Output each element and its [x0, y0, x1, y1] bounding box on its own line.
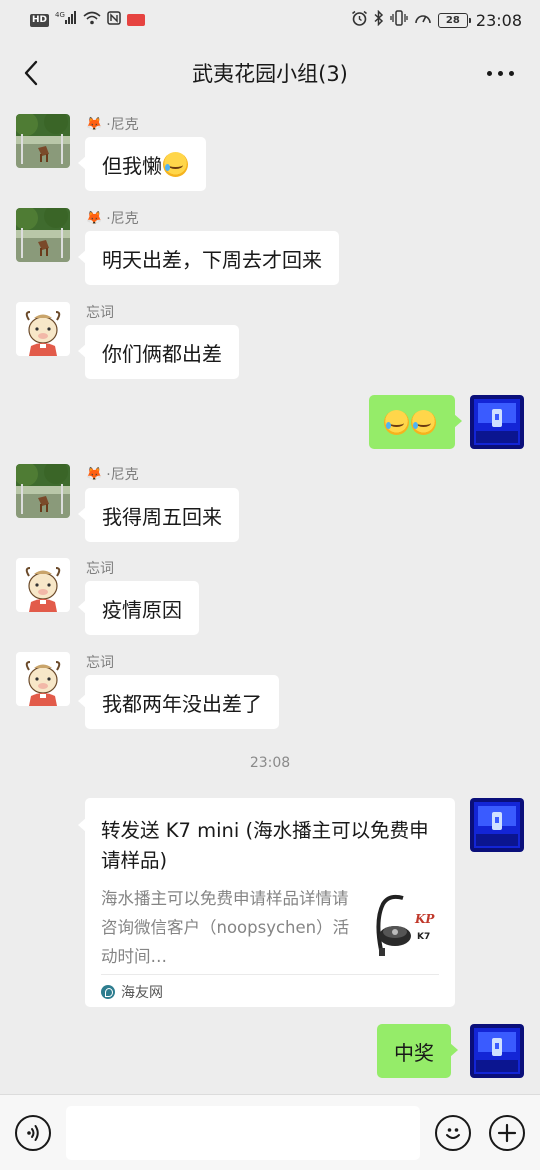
- avatar-nick[interactable]: [16, 114, 70, 168]
- bluetooth-icon: [374, 9, 384, 30]
- avatar-self[interactable]: [470, 395, 524, 449]
- card-body: 海水播主可以免费申请样品详情请咨询微信客户（noopsychen）活动时间… K…: [101, 888, 439, 970]
- laugh-cry-emoji-icon: [163, 151, 188, 177]
- fox-emoji-icon: 🦊: [86, 210, 103, 226]
- status-bar: HD 4G 28 23:08: [0, 0, 540, 40]
- message-bubble[interactable]: 我都两年没出差了: [78, 675, 279, 729]
- source-logo-icon: [101, 985, 115, 999]
- laugh-cry-emoji-icon: [384, 409, 409, 435]
- voice-button[interactable]: [15, 1115, 51, 1151]
- speed-icon: [414, 10, 432, 30]
- message-bubble[interactable]: 明天出差，下周去才回来: [78, 231, 339, 285]
- card-description: 海水播主可以免费申请样品详情请咨询微信客户（noopsychen）活动时间…: [101, 889, 350, 966]
- card-source-name: 海友网: [121, 985, 163, 1001]
- app-notification-icon: [127, 14, 146, 26]
- message-bubble[interactable]: 但我懒: [78, 137, 206, 191]
- hd-badge: HD: [30, 13, 50, 27]
- laugh-cry-emoji-icon: [411, 409, 436, 435]
- status-left: HD 4G: [30, 11, 146, 29]
- battery-indicator: 28: [437, 12, 471, 28]
- sender-text: ·尼克: [106, 211, 139, 227]
- back-button[interactable]: [14, 56, 48, 90]
- more-button[interactable]: [480, 60, 520, 86]
- message-text: 疫情原因: [102, 597, 182, 622]
- card-title: 转发送 K7 mini (海水播主可以免费申请样品): [101, 819, 429, 872]
- sender-name: 🦊 ·尼克: [86, 114, 139, 134]
- fox-emoji-icon: 🦊: [86, 116, 103, 132]
- sender-name: 忘词: [86, 558, 114, 578]
- more-dot: [497, 70, 503, 76]
- message-text: 明天出差，下周去才回来: [102, 247, 322, 272]
- svg-text:4G: 4G: [55, 11, 65, 19]
- sender-text: 忘词: [86, 305, 114, 321]
- nfc-icon: [107, 11, 121, 29]
- status-right: 28 23:08: [351, 9, 522, 30]
- vibrate-icon: [390, 10, 408, 30]
- sender-name: 忘词: [86, 302, 114, 322]
- alarm-icon: [351, 10, 368, 30]
- avatar-nick[interactable]: [16, 464, 70, 518]
- more-dots-icon: [486, 70, 492, 76]
- avatar-wangci[interactable]: [16, 652, 70, 706]
- wifi-icon: [83, 11, 101, 29]
- emoji-icon: [446, 1128, 460, 1139]
- emoji-button[interactable]: [435, 1115, 471, 1151]
- card-divider: [101, 974, 439, 975]
- avatar-wangci[interactable]: [16, 302, 70, 356]
- card-source: 海友网: [101, 982, 163, 1002]
- message-text: 我都两年没出差了: [102, 691, 262, 716]
- input-bar: [0, 1094, 540, 1170]
- thumb-brand: K7: [417, 932, 431, 942]
- sender-text: 忘词: [86, 655, 114, 671]
- message-timestamp: 23:08: [249, 755, 291, 771]
- outgoing-message-bubble[interactable]: 中奖: [377, 1024, 458, 1078]
- message-bubble[interactable]: 你们俩都出差: [78, 325, 239, 379]
- chat-title: 武夷花园小组(3): [192, 62, 348, 86]
- more-dot: [508, 70, 514, 76]
- plus-icon: [497, 1123, 517, 1143]
- message-text: 你们俩都出差: [102, 341, 222, 366]
- thumb-logo: KP: [415, 912, 435, 926]
- card-thumbnail: KP K7: [373, 890, 439, 962]
- chevron-left-icon: [24, 60, 38, 86]
- message-text: 但我懒: [102, 153, 162, 178]
- sender-name: 忘词: [86, 652, 114, 672]
- message-text: 中奖: [394, 1040, 434, 1065]
- status-time: 23:08: [475, 10, 522, 30]
- message-list[interactable]: 🦊 ·尼克 但我懒 🦊 ·尼克 明天出差，下周去才回来 忘词 你们俩都出差 🦊 ·尼克…: [0, 106, 540, 1094]
- message-bubble[interactable]: 我得周五回来: [78, 488, 239, 542]
- avatar-self[interactable]: [470, 1024, 524, 1078]
- message-input[interactable]: [66, 1106, 420, 1160]
- plus-button[interactable]: [489, 1115, 525, 1151]
- signal-icon: 4G: [55, 11, 77, 29]
- message-bubble[interactable]: 疫情原因: [78, 581, 199, 635]
- avatar-wangci[interactable]: [16, 558, 70, 612]
- sender-text: 忘词: [86, 561, 114, 577]
- voice-icon: [27, 1125, 39, 1141]
- avatar-self[interactable]: [470, 798, 524, 852]
- sender-name: 🦊 ·尼克: [86, 464, 139, 484]
- avatar-nick[interactable]: [16, 208, 70, 262]
- sender-name: 🦊 ·尼克: [86, 208, 139, 228]
- outgoing-emoji-bubble[interactable]: [369, 395, 462, 449]
- message-text: 我得周五回来: [102, 504, 222, 529]
- sender-text: ·尼克: [106, 467, 139, 483]
- shared-link-card[interactable]: 转发送 K7 mini (海水播主可以免费申请样品) 海水播主可以免费申请样品详…: [78, 798, 455, 1007]
- fox-emoji-icon: 🦊: [86, 466, 103, 482]
- sender-text: ·尼克: [106, 117, 139, 133]
- chat-header: 武夷花园小组(3): [0, 40, 540, 106]
